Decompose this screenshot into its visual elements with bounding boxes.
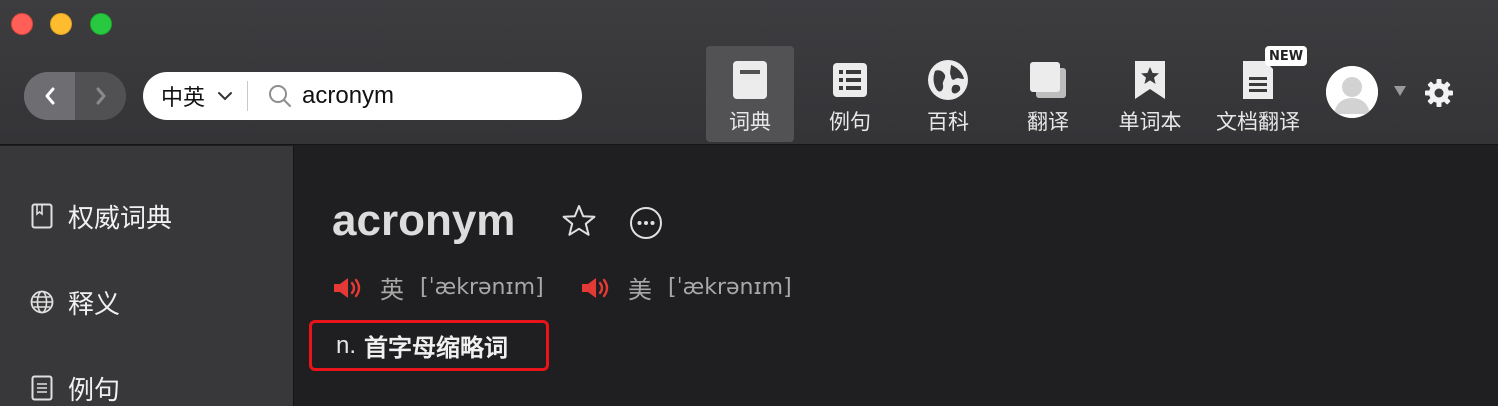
- tool-label: 文档翻译: [1216, 111, 1300, 134]
- language-label: 中英: [161, 85, 206, 110]
- chevron-down-icon: [217, 91, 233, 101]
- forward-button[interactable]: [75, 72, 126, 120]
- tool-label: 翻译: [1027, 111, 1069, 134]
- definition-text: 首字母缩略词: [364, 335, 509, 362]
- document-icon: [30, 375, 54, 401]
- sidebar-item-label: 例句: [68, 374, 121, 405]
- user-icon: [1326, 66, 1378, 118]
- tool-label: 例句: [829, 111, 871, 134]
- tool-label: 百科: [927, 111, 969, 134]
- speaker-icon[interactable]: [332, 275, 366, 301]
- sidebar-item-meaning[interactable]: 释义: [30, 282, 120, 322]
- dictionary-icon: [732, 60, 768, 100]
- sidebar: 权威词典 释义 例句: [0, 146, 294, 406]
- list-icon: [832, 60, 868, 100]
- window-zoom-button[interactable]: [90, 13, 112, 35]
- tool-translate[interactable]: 翻译: [1004, 46, 1092, 142]
- bookmark-star-icon: [1133, 60, 1167, 100]
- window-close-button[interactable]: [11, 13, 33, 35]
- search-icon: [268, 84, 292, 108]
- tool-label: 词典: [729, 111, 771, 134]
- app-window: 中英 词典: [0, 0, 1498, 406]
- search-divider: [247, 81, 249, 111]
- document-icon: [1241, 60, 1275, 100]
- book-icon: [30, 203, 54, 229]
- tool-wordbook[interactable]: 单词本: [1106, 46, 1194, 142]
- main-content: acronym 英 [ˈækrənɪm] 美 [ˈækrənɪm] n. 首字母…: [295, 146, 1498, 406]
- definition-highlight: n. 首字母缩略词: [309, 320, 549, 371]
- pronunciation-uk: 英 [ˈækrənɪm]: [332, 270, 544, 305]
- headword: acronym: [332, 196, 516, 245]
- tool-wiki[interactable]: 百科: [904, 46, 992, 142]
- pronunciation-region: 英: [380, 277, 404, 304]
- new-badge: NEW: [1265, 46, 1307, 66]
- copy-icon: [1028, 60, 1068, 100]
- chevron-left-icon: [45, 87, 54, 105]
- user-avatar[interactable]: [1326, 66, 1378, 118]
- tool-examples[interactable]: 例句: [806, 46, 894, 142]
- search-bar: 中英: [143, 72, 582, 120]
- sidebar-item-authoritative-dict[interactable]: 权威词典: [30, 196, 172, 236]
- back-button[interactable]: [24, 72, 75, 120]
- sidebar-item-label: 释义: [68, 288, 121, 319]
- speaker-icon[interactable]: [580, 275, 614, 301]
- pronunciation-region: 美: [628, 277, 652, 304]
- toolbar: 中英 词典: [0, 0, 1498, 145]
- tool-label: 单词本: [1118, 111, 1182, 134]
- pronunciation-us: 美 [ˈækrənɪm]: [580, 270, 792, 305]
- window-minimize-button[interactable]: [50, 13, 72, 35]
- sidebar-item-examples[interactable]: 例句: [30, 368, 120, 406]
- globe-icon: [927, 60, 969, 100]
- gear-icon[interactable]: [1424, 78, 1454, 113]
- sidebar-item-label: 权威词典: [68, 202, 173, 233]
- pronunciation-ipa: [ˈækrənɪm]: [668, 275, 792, 300]
- more-options-icon[interactable]: [629, 206, 663, 245]
- chevron-right-icon: [96, 87, 105, 105]
- pronunciation-ipa: [ˈækrənɪm]: [420, 275, 544, 300]
- tool-dictionary[interactable]: 词典: [706, 46, 794, 142]
- nav-button-group: [24, 72, 126, 120]
- search-input[interactable]: [302, 82, 553, 110]
- language-selector[interactable]: 中英: [143, 72, 233, 120]
- globe-icon: [30, 290, 54, 314]
- avatar-dropdown-icon[interactable]: [1393, 84, 1407, 102]
- part-of-speech: n.: [336, 331, 357, 359]
- star-icon[interactable]: [561, 204, 597, 243]
